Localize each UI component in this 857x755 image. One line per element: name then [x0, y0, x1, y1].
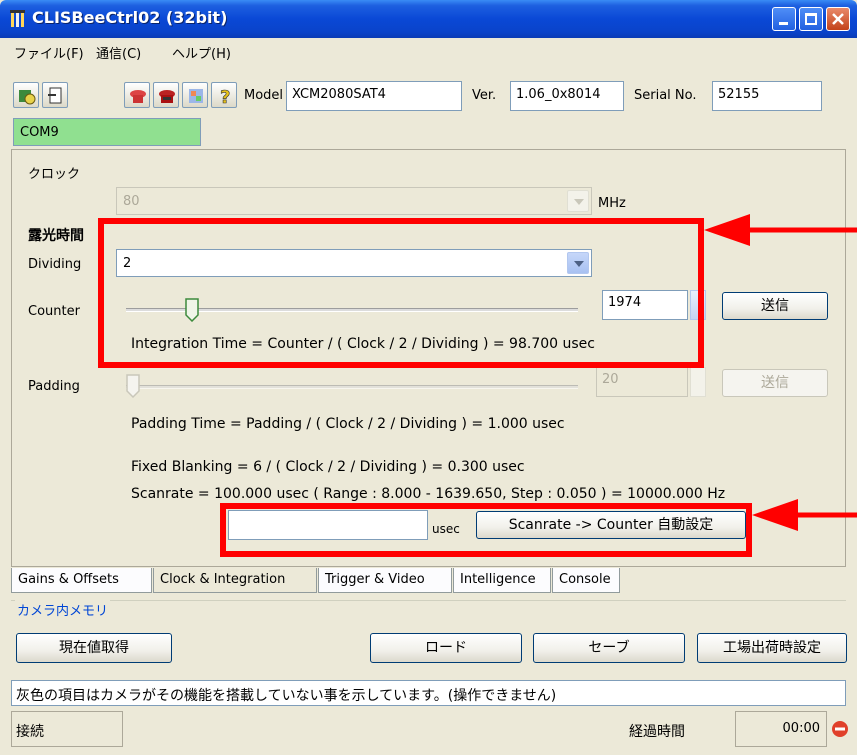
model-field: XCM2080SAT4 [286, 81, 462, 111]
tab-console[interactable]: Console [552, 568, 620, 593]
document-icon [48, 87, 62, 104]
phone-off-icon [159, 90, 175, 103]
menu-help[interactable]: ヘルプ(H) [172, 43, 231, 62]
counter-label: Counter [28, 304, 80, 319]
close-icon [832, 13, 844, 25]
highlight-box-scanrate [220, 503, 752, 557]
clock-label: クロック [28, 167, 81, 182]
tab-clock-integration[interactable]: Clock & Integration [153, 568, 317, 593]
arrow-icon-scanrate [752, 499, 857, 531]
get-current-button[interactable]: 現在値取得 [16, 633, 172, 663]
svg-text:?: ? [220, 87, 230, 106]
padding-time-text: Padding Time = Padding / ( Clock / 2 / D… [131, 416, 565, 432]
scanrate-text: Scanrate = 100.000 usec ( Range : 8.000 … [131, 486, 726, 502]
tab-trigger-video[interactable]: Trigger & Video [318, 568, 452, 593]
minimize-button[interactable] [772, 7, 796, 31]
help-tool-button[interactable]: ? [211, 82, 237, 108]
clock-value: 80 [123, 194, 140, 209]
padding-input: 20 [596, 367, 688, 397]
dividing-label: Dividing [28, 257, 82, 272]
connection-status: 接続 [16, 724, 44, 740]
menu-bar: ファイル(F) 通信(C) ヘルプ(H) [0, 38, 857, 64]
fixed-blanking-text: Fixed Blanking = 6 / ( Clock / 2 / Divid… [131, 459, 525, 475]
com-port-indicator: COM9 [13, 118, 201, 146]
minimize-icon [779, 22, 788, 25]
padding-spinner [690, 367, 706, 397]
elapsed-label: 経過時間 [629, 724, 685, 740]
padding-label: Padding [28, 379, 80, 394]
palette-icon [189, 89, 203, 103]
tab-intelligence[interactable]: Intelligence [453, 568, 551, 593]
stop-icon[interactable] [831, 720, 849, 738]
load-button[interactable]: ロード [370, 633, 522, 663]
window-title: CLISBeeCtrl02 (32bit) [32, 8, 228, 27]
padding-slider-track [126, 385, 578, 389]
phone-icon [130, 90, 146, 103]
counter-send-button[interactable]: 送信 [722, 292, 828, 320]
version-field: 1.06_0x8014 [510, 81, 624, 111]
camera-memory-title: カメラ内メモリ [15, 600, 111, 619]
arrow-icon-exposure [704, 214, 857, 246]
settings-tool-button[interactable] [182, 82, 208, 108]
menu-communication[interactable]: 通信(C) [96, 43, 141, 62]
highlight-box-exposure [98, 218, 704, 368]
exposure-section-label: 露光時間 [28, 228, 84, 244]
phone-connect-button[interactable] [124, 82, 150, 108]
maximize-button[interactable] [799, 7, 823, 31]
clock-unit: MHz [598, 196, 626, 211]
app-icon [10, 10, 25, 27]
padding-slider-thumb [126, 374, 140, 398]
connect-icon [19, 90, 36, 105]
clock-select: 80 [116, 187, 592, 215]
serial-label: Serial No. [634, 88, 697, 103]
maximize-icon [805, 13, 817, 25]
phone-disconnect-button[interactable] [153, 82, 179, 108]
elapsed-panel: 00:00 [735, 711, 827, 747]
title-bar[interactable]: CLISBeeCtrl02 (32bit) [0, 0, 857, 38]
question-icon: ? [220, 87, 231, 106]
open-tool-button[interactable] [42, 82, 68, 108]
model-label: Model [244, 88, 284, 103]
connect-tool-button[interactable] [13, 82, 39, 108]
chevron-down-icon [567, 190, 589, 212]
toolbar: ? Model XCM2080SAT4 Ver. 1.06_0x8014 Ser… [0, 64, 857, 118]
status-message: 灰色の項目はカメラがその機能を搭載していない事を示しています。(操作できません) [11, 680, 846, 706]
save-button[interactable]: セーブ [533, 633, 685, 663]
elapsed-value: 00:00 [782, 721, 820, 736]
close-button[interactable] [826, 7, 850, 31]
serial-field: 52155 [712, 81, 822, 111]
factory-default-button[interactable]: 工場出荷時設定 [697, 633, 847, 663]
padding-send-button: 送信 [722, 369, 828, 397]
menu-file[interactable]: ファイル(F) [14, 43, 84, 62]
version-label: Ver. [472, 88, 497, 103]
tab-gains-offsets[interactable]: Gains & Offsets [11, 568, 152, 593]
status-bar: 接続 経過時間 00:00 [11, 711, 849, 749]
connection-status-panel: 接続 [11, 711, 123, 747]
